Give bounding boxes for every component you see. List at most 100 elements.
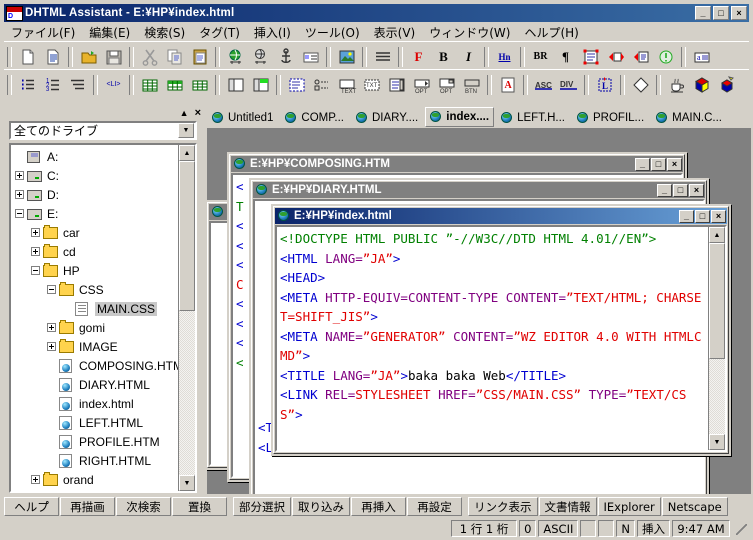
ordered-list-icon[interactable]: 123 <box>41 74 64 96</box>
select-list-icon[interactable] <box>385 74 408 96</box>
menu-search[interactable]: 検索(S) <box>137 22 192 43</box>
object-icon[interactable] <box>690 74 713 96</box>
child-minimize-button[interactable]: _ <box>679 209 694 223</box>
button-reconfigure[interactable]: 再設定 <box>407 497 462 516</box>
menu-edit[interactable]: 編集(E) <box>82 22 137 43</box>
menu-insert[interactable]: 挿入(I) <box>247 22 298 43</box>
tree-scrollbar[interactable]: ▲ ▼ <box>178 145 195 491</box>
tree-item[interactable]: orand <box>11 470 179 489</box>
menu-tag[interactable]: タグ(T) <box>192 22 247 43</box>
menu-tools[interactable]: ツール(O) <box>298 22 367 43</box>
new-file-icon[interactable] <box>16 46 39 68</box>
tree-item[interactable]: cd <box>11 242 179 261</box>
collapse-icon[interactable] <box>15 209 24 218</box>
button-document-info[interactable]: 文書情報 <box>538 497 597 516</box>
resize-grip-icon[interactable] <box>734 522 748 536</box>
textarea-icon[interactable]: TEXT <box>335 74 358 96</box>
child-close-button[interactable]: × <box>667 157 682 171</box>
button-import[interactable]: 取り込み <box>292 497 350 516</box>
diamond-icon[interactable] <box>629 74 652 96</box>
table-icon[interactable] <box>138 74 161 96</box>
paste-icon[interactable] <box>188 46 211 68</box>
button-reinsert[interactable]: 再挿入 <box>351 497 406 516</box>
tab-profile[interactable]: PROFIL... <box>572 109 650 127</box>
frame-icon[interactable] <box>224 74 247 96</box>
tab-left[interactable]: LEFT.H... <box>496 109 571 127</box>
tab-index[interactable]: index.... <box>425 107 495 127</box>
button-iexplorer[interactable]: IExplorer <box>597 497 661 516</box>
tree-item[interactable]: D: <box>11 185 179 204</box>
tab-composing[interactable]: COMP... <box>280 109 349 127</box>
scroll-thumb[interactable] <box>179 161 195 311</box>
scroll-up-button[interactable]: ▲ <box>179 145 195 161</box>
child-minimize-button[interactable]: _ <box>635 157 650 171</box>
button-icon[interactable]: BTN <box>460 74 483 96</box>
paragraph-icon[interactable]: ¶ <box>554 46 577 68</box>
font-icon[interactable]: F <box>407 46 430 68</box>
expand-icon[interactable] <box>15 190 24 199</box>
tree-item[interactable]: C: <box>11 166 179 185</box>
web-anchor-icon[interactable] <box>249 46 272 68</box>
button-find-next[interactable]: 次検索 <box>116 497 171 516</box>
break-icon[interactable]: BR <box>529 46 552 68</box>
new-document-icon[interactable] <box>41 46 64 68</box>
tab-main-css[interactable]: MAIN.C... <box>651 109 727 127</box>
menu-help[interactable]: ヘルプ(H) <box>517 22 585 43</box>
expand-icon[interactable] <box>31 475 40 484</box>
tree-item[interactable]: MAIN.CSS <box>11 299 179 318</box>
marquee-icon[interactable] <box>604 46 627 68</box>
button-netscape[interactable]: Netscape <box>661 497 728 516</box>
tree-item[interactable]: A: <box>11 147 179 166</box>
block-icon[interactable] <box>579 46 602 68</box>
tree-item[interactable]: CSS <box>11 280 179 299</box>
tree-item[interactable]: COMPOSING.HTM <box>11 356 179 375</box>
button-redraw[interactable]: 再描画 <box>60 497 115 516</box>
frame-split-icon[interactable] <box>249 74 272 96</box>
name-tag-icon[interactable] <box>299 46 322 68</box>
tree-item[interactable]: RIGHT.HTML <box>11 451 179 470</box>
tree-item[interactable]: index.html <box>11 394 179 413</box>
tab-untitled1[interactable]: Untitled1 <box>207 109 279 127</box>
bold-icon[interactable]: B <box>432 46 455 68</box>
expand-icon[interactable] <box>47 342 56 351</box>
tree-item[interactable]: DIARY.HTML <box>11 375 179 394</box>
table-row-icon[interactable] <box>163 74 186 96</box>
tree-item[interactable]: LEFT.HTML <box>11 413 179 432</box>
drive-select[interactable]: 全てのドライブ ▼ <box>9 121 197 140</box>
button-help[interactable]: ヘルプ゚ <box>4 497 59 516</box>
maximize-button[interactable]: □ <box>713 6 729 20</box>
close-icon[interactable]: × <box>195 108 201 119</box>
unordered-list-icon[interactable] <box>16 74 39 96</box>
expand-icon[interactable] <box>31 228 40 237</box>
div-icon[interactable]: DIV <box>557 74 580 96</box>
anchor-icon[interactable] <box>274 46 297 68</box>
child-maximize-button[interactable]: □ <box>651 157 666 171</box>
open-folder-icon[interactable] <box>77 46 100 68</box>
horizontal-rule-icon[interactable] <box>371 46 394 68</box>
child-close-button[interactable]: × <box>711 209 726 223</box>
menu-file[interactable]: ファイル(F) <box>4 22 82 43</box>
button-replace[interactable]: 置換 <box>172 497 227 516</box>
layer-icon[interactable]: L <box>593 74 616 96</box>
button-partial-select[interactable]: 部分選択 <box>233 497 291 516</box>
save-icon[interactable] <box>102 46 125 68</box>
copy-icon[interactable] <box>163 46 186 68</box>
image-icon[interactable] <box>335 46 358 68</box>
tree-item[interactable]: PROFILE.HTM <box>11 432 179 451</box>
scroll-track[interactable] <box>179 161 195 475</box>
close-button[interactable]: × <box>731 6 747 20</box>
child-close-button[interactable]: × <box>689 183 704 197</box>
button-show-links[interactable]: リンク表示 <box>468 497 538 516</box>
italic-icon[interactable]: I <box>457 46 480 68</box>
tree-item[interactable]: E: <box>11 204 179 223</box>
collapse-icon[interactable]: ▲ <box>180 108 189 118</box>
tab-diary[interactable]: DIARY.... <box>351 109 424 127</box>
cut-icon[interactable] <box>138 46 161 68</box>
scroll-down-button[interactable]: ▼ <box>709 434 725 450</box>
list-item-icon[interactable]: <LI> <box>102 74 125 96</box>
tree-item[interactable]: car <box>11 223 179 242</box>
menu-view[interactable]: 表示(V) <box>367 22 423 43</box>
table-cell-icon[interactable] <box>188 74 211 96</box>
span-icon[interactable]: ASC <box>532 74 555 96</box>
option-icon[interactable]: OPT <box>410 74 433 96</box>
